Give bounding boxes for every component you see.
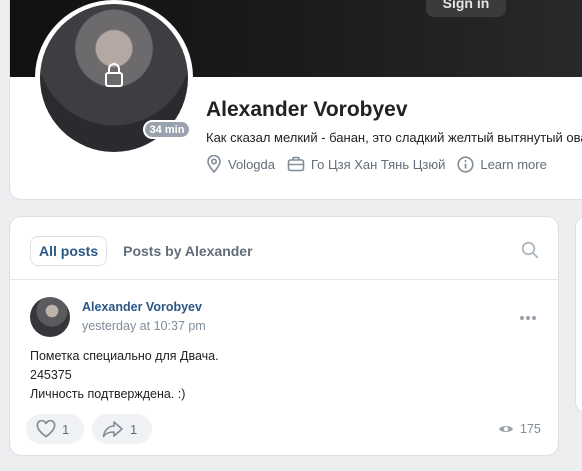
sign-in-button[interactable]: Sign in xyxy=(426,0,506,17)
side-card xyxy=(575,216,582,413)
more-horizontal-icon[interactable] xyxy=(519,315,537,321)
location-pin-icon xyxy=(207,155,221,173)
search-icon[interactable] xyxy=(521,241,539,259)
views-count: 175 xyxy=(520,422,541,436)
post-text-line: Пометка специально для Двача. xyxy=(30,349,219,363)
profile-card: Sign in 34 min Alexander Vorobyev Как ск… xyxy=(9,0,582,200)
post-author-name[interactable]: Alexander Vorobyev xyxy=(82,300,202,314)
like-button[interactable]: 1 xyxy=(26,414,84,444)
heart-icon xyxy=(36,420,56,438)
location-label: Vologda xyxy=(228,156,275,172)
tab-all-posts[interactable]: All posts xyxy=(30,236,108,266)
profile-name: Alexander Vorobyev xyxy=(206,98,408,121)
work-item[interactable]: Го Цзя Хан Тянь Цзюй xyxy=(287,156,445,172)
lock-icon xyxy=(105,63,123,87)
info-icon xyxy=(457,155,474,173)
online-status-badge: 34 min xyxy=(143,120,191,139)
post-text-line: 245375 xyxy=(30,368,72,382)
share-count: 1 xyxy=(130,421,138,437)
tab-posts-by-author[interactable]: Posts by Alexander xyxy=(115,237,260,265)
briefcase-icon xyxy=(287,156,305,172)
learn-more-item[interactable]: Learn more xyxy=(457,155,547,173)
work-label[interactable]: Го Цзя Хан Тянь Цзюй xyxy=(311,157,445,172)
share-button[interactable]: 1 xyxy=(92,414,152,444)
posts-card: All posts Posts by Alexander Alexander V… xyxy=(9,216,559,456)
post-timestamp[interactable]: yesterday at 10:37 pm xyxy=(82,319,206,333)
tabs-divider xyxy=(10,279,558,280)
like-count: 1 xyxy=(62,421,70,437)
share-icon xyxy=(102,421,123,438)
eye-icon xyxy=(499,426,513,432)
post-author-avatar[interactable] xyxy=(30,297,70,337)
profile-status: Как сказал мелкий - банан, это сладкий ж… xyxy=(206,130,582,145)
post-text-line: Личность подтверждена. :) xyxy=(30,387,186,401)
views-counter: 175 xyxy=(498,422,541,436)
learn-more-link[interactable]: Learn more xyxy=(480,157,546,172)
posts-tabs: All posts Posts by Alexander xyxy=(30,236,269,266)
post-text: Пометка специально для Двача. 245375 Лич… xyxy=(30,347,219,404)
location-item: Vologda xyxy=(206,155,275,173)
profile-meta: Vologda Го Цзя Хан Тянь Цзюй Learn more xyxy=(206,154,559,174)
